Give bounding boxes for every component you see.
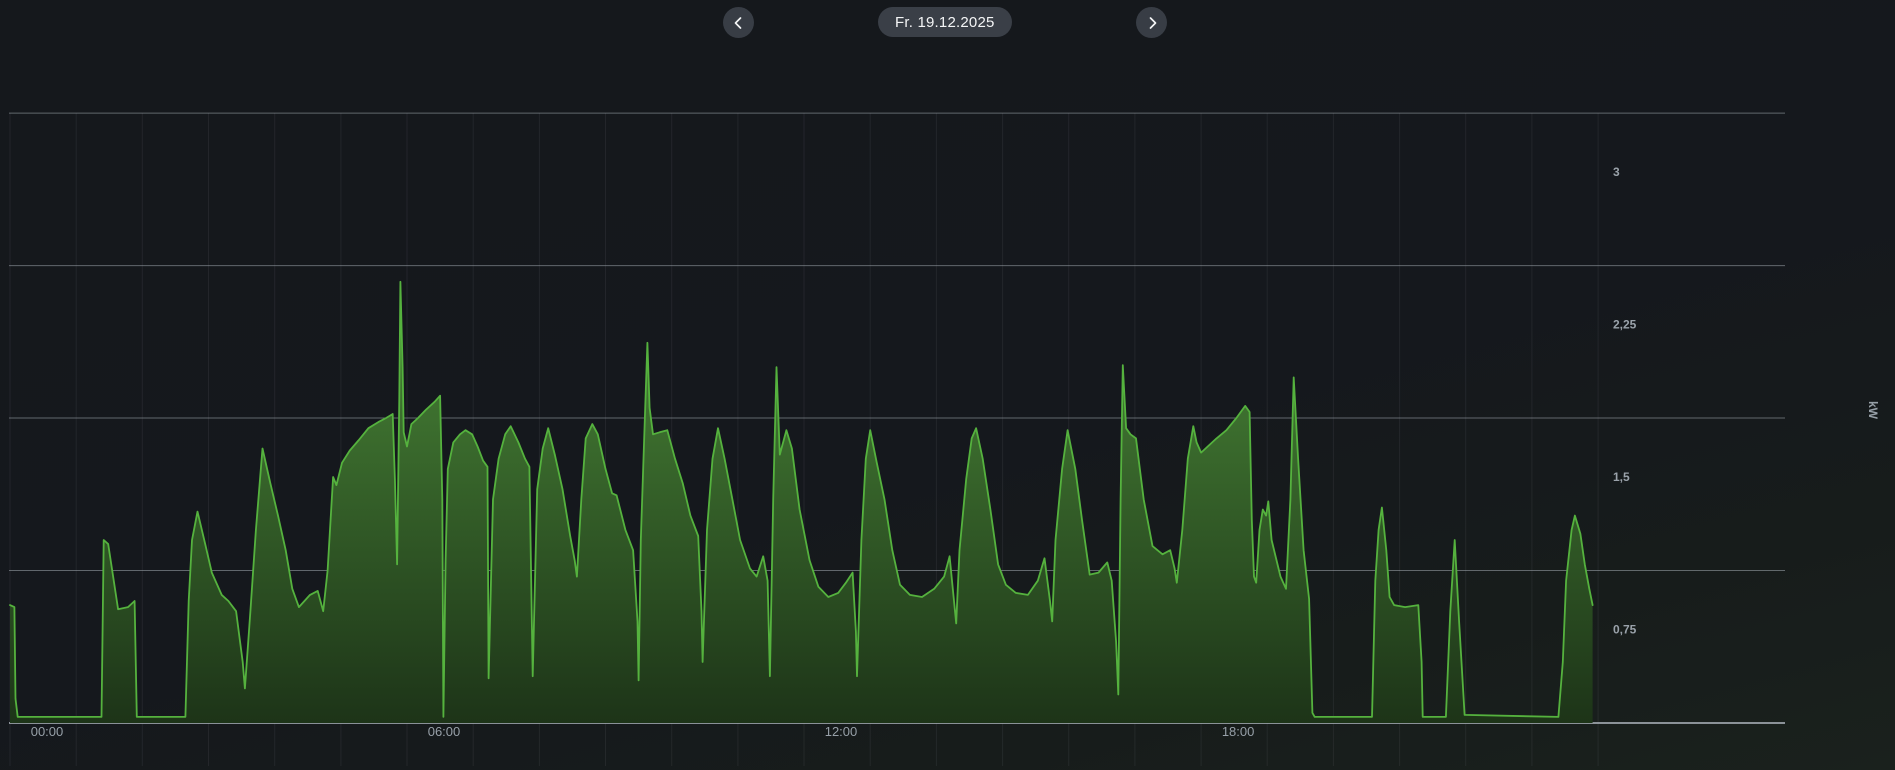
y-tick-label: 1,5: [1613, 470, 1630, 484]
next-day-button[interactable]: [1136, 7, 1167, 38]
y-axis-tick-labels: 3 2,25 1,5 0,75: [1613, 165, 1637, 636]
previous-day-button[interactable]: [723, 7, 754, 38]
y-tick-label: 2,25: [1613, 318, 1637, 332]
y-axis-unit-label: kW: [1866, 395, 1880, 425]
x-tick-label: 12:00: [825, 724, 858, 739]
chevron-right-icon: [1143, 14, 1161, 32]
y-tick-label: 3: [1613, 165, 1620, 179]
date-label: Fr. 19.12.2025: [895, 14, 995, 31]
x-tick-label: 06:00: [428, 724, 461, 739]
x-axis-tick-labels: 00:00 06:00 12:00 18:00: [31, 724, 1255, 739]
date-picker-button[interactable]: Fr. 19.12.2025: [878, 7, 1012, 37]
power-area-chart: 00:00 06:00 12:00 18:00 3 2,25 1,5 0,75: [0, 0, 1895, 770]
chevron-left-icon: [730, 14, 748, 32]
y-tick-label: 0,75: [1613, 623, 1637, 637]
x-tick-label: 00:00: [31, 724, 64, 739]
x-tick-label: 18:00: [1222, 724, 1255, 739]
